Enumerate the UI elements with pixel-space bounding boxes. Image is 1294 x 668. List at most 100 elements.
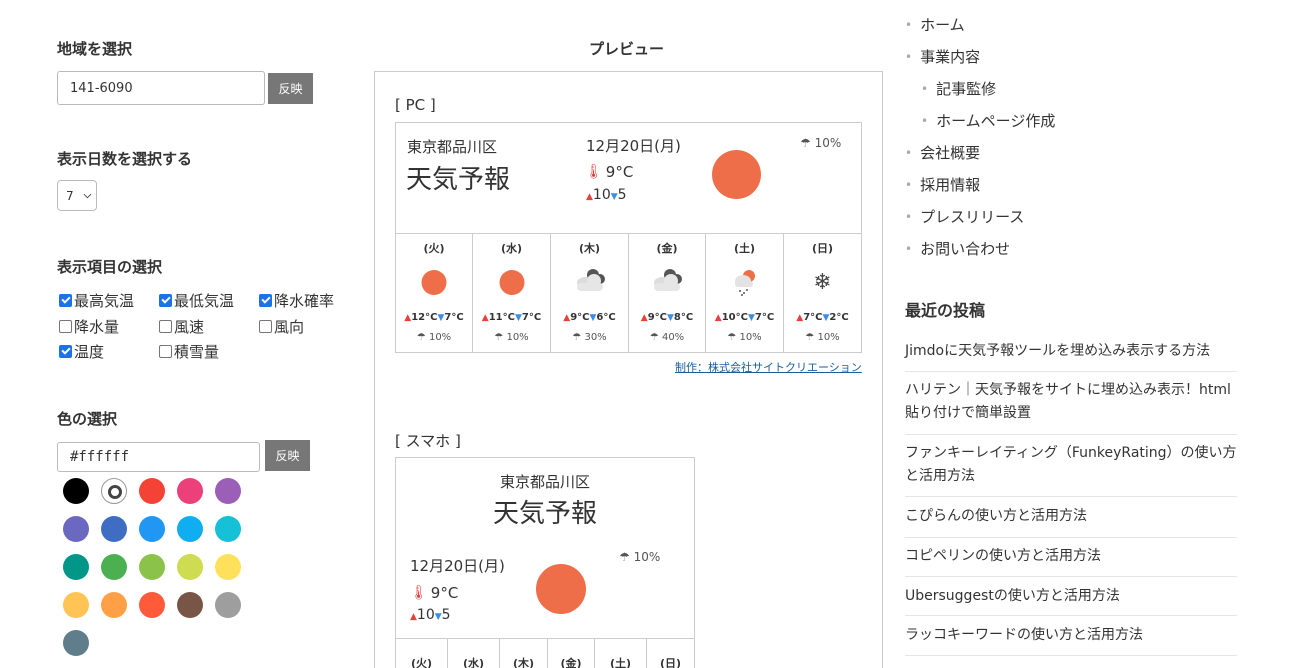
- display-item-label: 最低気温: [174, 292, 235, 310]
- nav-item[interactable]: 会社概要: [905, 142, 980, 163]
- checkbox[interactable]: [59, 294, 72, 307]
- color-swatch[interactable]: [101, 554, 127, 580]
- color-swatch[interactable]: [177, 516, 203, 542]
- sp-low: 5: [441, 607, 451, 623]
- region-apply-button[interactable]: 反映: [268, 73, 313, 104]
- divider: [905, 615, 1237, 616]
- color-swatch[interactable]: [215, 592, 241, 618]
- color-swatch[interactable]: [63, 592, 89, 618]
- nav-item-label: 記事監修: [936, 80, 997, 98]
- region-input[interactable]: [57, 71, 265, 105]
- sp-label: [ スマホ ]: [395, 432, 461, 450]
- pc-label: [ PC ]: [395, 96, 436, 114]
- color-swatch[interactable]: [139, 592, 165, 618]
- down-arrow-icon: ▼: [514, 313, 522, 323]
- day-rain: ☂ 30%: [551, 332, 628, 343]
- color-swatch[interactable]: [215, 516, 241, 542]
- display-item-label: 積雪量: [174, 343, 220, 361]
- color-swatch[interactable]: [177, 592, 203, 618]
- up-arrow-icon: ▲: [481, 313, 489, 323]
- day-name: (水): [500, 242, 523, 255]
- recent-post-link[interactable]: ハリテン｜天気予報をサイトに埋め込み表示！html貼り付けで簡単設置: [905, 379, 1237, 425]
- divider: [905, 496, 1237, 497]
- recent-post-link[interactable]: ラッコキーワードの使い方と活用方法: [905, 624, 1237, 647]
- credit-link[interactable]: 制作：株式会社サイトクリエーション: [675, 359, 862, 375]
- color-swatch[interactable]: [101, 478, 127, 504]
- day-rain-value: 40%: [661, 332, 685, 343]
- day-forecast: (日): [647, 639, 694, 668]
- display-item-checkbox[interactable]: 最低気温: [159, 290, 234, 311]
- color-swatch[interactable]: [177, 478, 203, 504]
- day-low: 7°C: [754, 312, 775, 323]
- pc-low: 5: [617, 187, 627, 203]
- color-swatch[interactable]: [215, 554, 241, 580]
- day-temps: ▲7°C▼2°C: [784, 312, 861, 323]
- display-item-checkbox[interactable]: 風向: [259, 316, 304, 337]
- umbrella-icon: ☂: [619, 550, 630, 564]
- day-temps: ▲9°C▼8°C: [629, 312, 705, 323]
- display-item-checkbox[interactable]: 積雪量: [159, 341, 219, 362]
- nav-item[interactable]: 記事監修: [921, 78, 996, 99]
- display-item-checkbox[interactable]: 風速: [159, 316, 204, 337]
- display-item-checkbox[interactable]: 温度: [59, 341, 104, 362]
- items-heading: 表示項目の選択: [57, 258, 163, 276]
- pc-weather-widget: 東京都品川区 天気予報 12月20日(月) 🌡 9°C ▲10▼5 ☂ 10% …: [395, 122, 862, 353]
- recent-post-link[interactable]: Jimdoに天気予報ツールを埋め込み表示する方法: [905, 340, 1237, 363]
- day-forecast: (火) ▲12°C▼7°C ☂ 10%: [396, 234, 473, 352]
- day-rain-value: 10%: [739, 332, 762, 343]
- nav-item-label: ホームページ作成: [936, 112, 1056, 130]
- day-forecast: (土) ▲10°C▼7°C ☂ 10%: [706, 234, 784, 352]
- nav-item[interactable]: ホームページ作成: [921, 110, 1055, 131]
- nav-item[interactable]: お問い合わせ: [905, 238, 1010, 259]
- color-swatch[interactable]: [139, 478, 165, 504]
- days-select[interactable]: 7 ⌵: [57, 180, 97, 211]
- day-rain: ☂ 10%: [473, 332, 550, 343]
- nav-item[interactable]: 事業内容: [905, 46, 980, 67]
- recent-post-link[interactable]: こぴらんの使い方と活用方法: [905, 505, 1237, 528]
- display-item-checkbox[interactable]: 最高気温: [59, 290, 134, 311]
- nav-item[interactable]: ホーム: [905, 14, 965, 35]
- checkbox[interactable]: [159, 345, 172, 358]
- thermometer-icon: 🌡: [410, 585, 428, 601]
- display-item-label: 最高気温: [74, 292, 135, 310]
- day-high: 12°C: [411, 312, 438, 323]
- display-item-checkbox[interactable]: 降水確率: [259, 290, 334, 311]
- color-swatch[interactable]: [139, 516, 165, 542]
- recent-post-link[interactable]: Ubersuggestの使い方と活用方法: [905, 585, 1237, 608]
- sp-rain: ☂ 10%: [619, 550, 660, 564]
- color-swatch[interactable]: [63, 630, 89, 656]
- checkbox[interactable]: [59, 345, 72, 358]
- display-item-label: 降水量: [74, 318, 120, 336]
- checkbox[interactable]: [159, 294, 172, 307]
- color-swatch[interactable]: [63, 478, 89, 504]
- nav-item-label: 事業内容: [920, 48, 981, 66]
- color-swatch[interactable]: [63, 516, 89, 542]
- checkbox[interactable]: [259, 294, 272, 307]
- checkbox[interactable]: [59, 320, 72, 333]
- color-swatch[interactable]: [177, 554, 203, 580]
- day-rain-value: 30%: [584, 332, 607, 343]
- checkbox[interactable]: [159, 320, 172, 333]
- color-apply-button[interactable]: 反映: [265, 440, 310, 471]
- color-swatch[interactable]: [139, 554, 165, 580]
- recent-post-link[interactable]: ファンキーレイティング（FunkeyRating）の使い方と活用方法: [905, 442, 1237, 488]
- day-forecast: (日) ❄ ▲7°C▼2°C ☂ 10%: [784, 234, 861, 352]
- day-icon-wrap: ❄: [813, 272, 831, 294]
- color-input[interactable]: [57, 442, 260, 472]
- day-icon-wrap: [499, 270, 524, 295]
- nav-item[interactable]: 採用情報: [905, 174, 980, 195]
- nav-item-label: 採用情報: [920, 176, 981, 194]
- checkbox[interactable]: [259, 320, 272, 333]
- color-swatch[interactable]: [101, 516, 127, 542]
- nav-item[interactable]: プレスリリース: [905, 206, 1024, 227]
- day-name: (日): [659, 657, 682, 668]
- color-swatch[interactable]: [215, 478, 241, 504]
- color-swatch[interactable]: [63, 554, 89, 580]
- up-arrow-icon: ▲: [586, 192, 593, 202]
- day-temps: ▲9°C▼6°C: [551, 312, 628, 323]
- recent-post-link[interactable]: コピペリンの使い方と活用方法: [905, 545, 1237, 568]
- color-swatch[interactable]: [101, 592, 127, 618]
- display-item-checkbox[interactable]: 降水量: [59, 316, 119, 337]
- pc-location: 東京都品川区: [407, 138, 498, 156]
- umbrella-icon: ☂: [727, 332, 737, 343]
